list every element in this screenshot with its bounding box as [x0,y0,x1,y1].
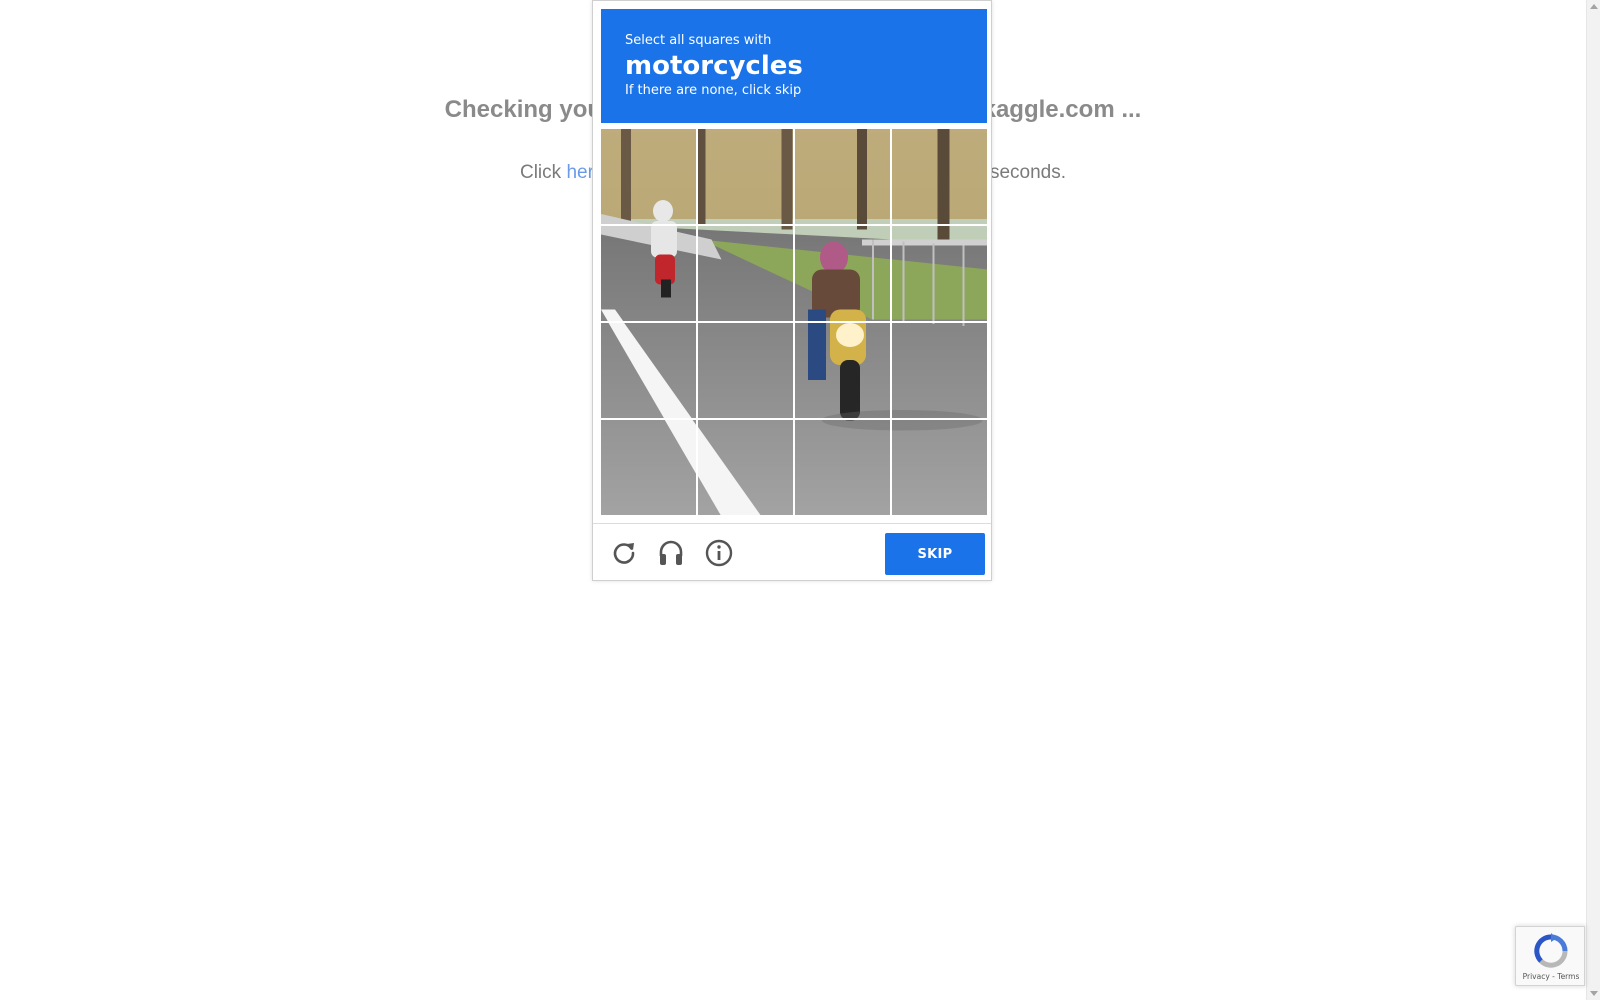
captcha-challenge: Select all squares with motorcycles If t… [592,0,992,581]
recaptcha-logo-icon [1533,933,1569,969]
captcha-footer: SKIP [593,523,991,581]
page: Checking your browser before accessing w… [0,0,1600,1000]
scroll-up-arrow-icon[interactable] [1590,4,1598,9]
captcha-instruction: Select all squares with [625,33,772,48]
captcha-keyword: motorcycles [625,51,803,81]
captcha-tile[interactable] [795,129,890,224]
captcha-tile[interactable] [795,420,890,515]
captcha-tile[interactable] [795,323,890,418]
captcha-image-grid [601,129,987,515]
headphones-icon[interactable] [656,538,686,568]
badge-links: Privacy - Terms [1516,972,1586,981]
terms-link[interactable]: Terms [1557,972,1579,981]
captcha-tile[interactable] [892,323,987,418]
captcha-tile[interactable] [601,129,696,224]
privacy-link[interactable]: Privacy [1523,972,1550,981]
captcha-hint: If there are none, click skip [625,83,802,98]
scroll-down-arrow-icon[interactable] [1590,991,1598,996]
captcha-header: Select all squares with motorcycles If t… [601,9,987,123]
info-icon[interactable] [704,538,734,568]
skip-button[interactable]: SKIP [885,533,985,575]
recaptcha-badge[interactable]: Privacy - Terms [1515,926,1585,986]
captcha-tile[interactable] [892,420,987,515]
captcha-tile[interactable] [601,420,696,515]
captcha-tile[interactable] [698,420,793,515]
redirect-prefix: Click [519,162,567,183]
captcha-tile[interactable] [698,226,793,321]
captcha-tile[interactable] [892,226,987,321]
captcha-tile[interactable] [892,129,987,224]
captcha-tile[interactable] [698,129,793,224]
captcha-tile[interactable] [601,226,696,321]
captcha-tile[interactable] [698,323,793,418]
captcha-tile[interactable] [795,226,890,321]
reload-icon[interactable] [609,538,639,568]
captcha-tile[interactable] [601,323,696,418]
scrollbar[interactable] [1586,0,1600,1000]
